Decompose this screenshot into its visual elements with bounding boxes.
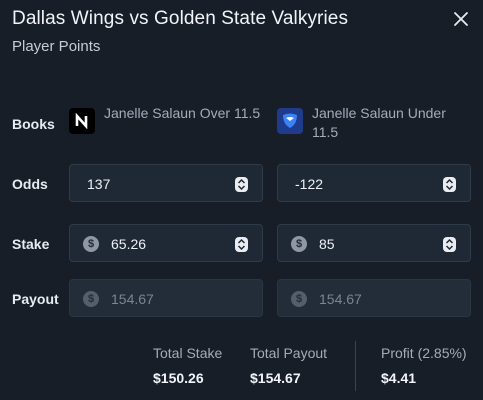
book-over: Janelle Salaun Over 11.5 (69, 104, 264, 134)
payout-label: Payout (12, 291, 59, 307)
payout-under-value: 154.67 (319, 291, 362, 307)
odds-under-stepper[interactable] (443, 177, 456, 192)
total-stake-value: $150.26 (153, 370, 204, 386)
payout-over-value: 154.67 (111, 291, 154, 307)
market-subtitle: Player Points (12, 38, 101, 55)
page-title: Dallas Wings vs Golden State Valkyries (12, 8, 349, 29)
dollar-icon: $ (83, 236, 99, 252)
odds-over-input[interactable]: 137 (69, 164, 263, 202)
profit-value: $4.41 (381, 370, 417, 386)
stake-under-stepper[interactable] (443, 237, 456, 252)
stake-under-input[interactable]: $ 85 (277, 224, 471, 262)
payout-under-field: $ 154.67 (277, 279, 471, 317)
book-under-label: Janelle Salaun Under 11.5 (312, 105, 446, 140)
stake-under-value: 85 (319, 236, 335, 252)
stepper-icon (445, 238, 454, 251)
summary-divider (355, 341, 356, 391)
stake-label: Stake (12, 236, 50, 252)
total-payout-value: $154.67 (250, 370, 301, 386)
dollar-icon: $ (291, 291, 307, 307)
stepper-icon (237, 238, 246, 251)
stepper-icon (445, 178, 454, 191)
payout-over-field: $ 154.67 (69, 279, 263, 317)
close-icon (454, 12, 468, 26)
total-stake-label: Total Stake (153, 345, 223, 361)
dollar-icon: $ (291, 236, 307, 252)
stepper-icon (237, 178, 246, 191)
books-label: Books (12, 116, 55, 132)
odds-under-input[interactable]: -122 (277, 164, 471, 202)
close-button[interactable] (450, 8, 472, 30)
odds-over-stepper[interactable] (235, 177, 248, 192)
stake-over-stepper[interactable] (235, 237, 248, 252)
dollar-icon: $ (83, 291, 99, 307)
shield-logo-icon (277, 108, 303, 134)
book-under: Janelle Salaun Under 11.5 (277, 104, 472, 142)
stake-over-value: 65.26 (111, 236, 147, 252)
profit-label: Profit (2.85%) (381, 345, 467, 361)
odds-under-value: -122 (295, 176, 324, 192)
n-logo-icon (69, 108, 95, 134)
book-over-label: Janelle Salaun Over 11.5 (104, 105, 261, 121)
odds-label: Odds (12, 176, 48, 192)
total-payout-label: Total Payout (250, 345, 328, 361)
stake-over-input[interactable]: $ 65.26 (69, 224, 263, 262)
odds-over-value: 137 (87, 176, 111, 192)
